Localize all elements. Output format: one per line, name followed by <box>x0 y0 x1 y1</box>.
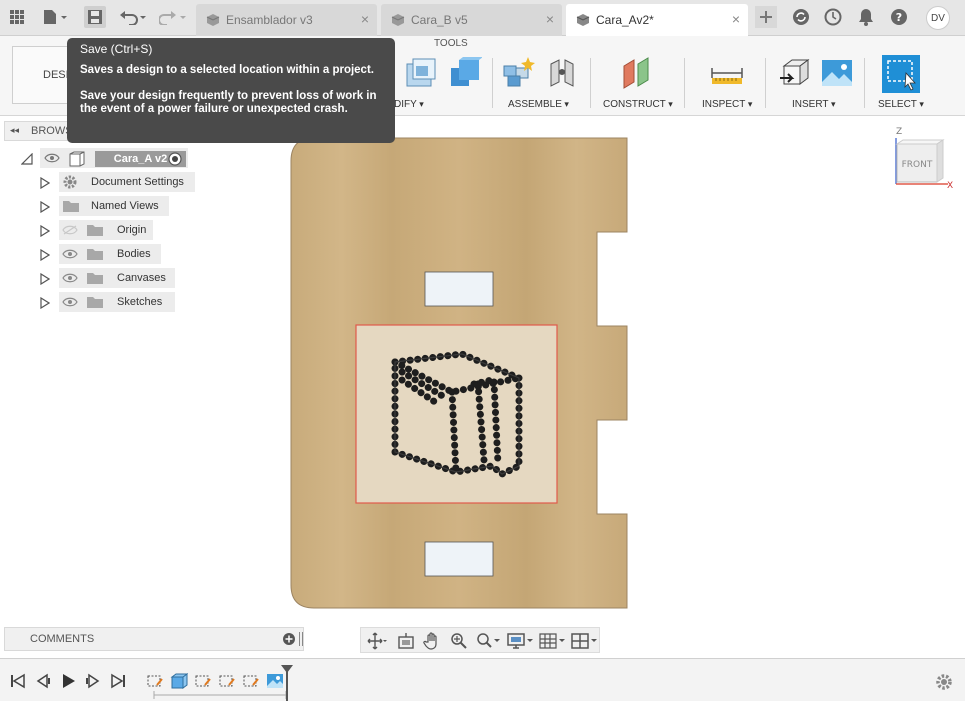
panel-slot-bottom[interactable] <box>424 541 494 577</box>
tooltip-description: Saves a design to a selected location wi… <box>80 64 374 76</box>
timeline-track <box>153 691 287 699</box>
tooltip-tip: Save your design frequently to prevent l… <box>80 90 377 115</box>
timeline-settings-gear-icon[interactable] <box>935 673 953 691</box>
tooltip-title: Save (Ctrl+S) <box>80 42 153 56</box>
timeline-sketch-icon[interactable] <box>146 672 164 690</box>
viewcube[interactable]: Z X FRONT <box>886 124 956 194</box>
viewcube-front-face[interactable]: FRONT <box>902 160 933 170</box>
panel-resize-handle[interactable] <box>299 632 303 646</box>
pan-hand-icon[interactable] <box>423 632 443 650</box>
comments-panel[interactable]: COMMENTS <box>4 627 304 651</box>
add-comment-icon[interactable] <box>282 632 296 646</box>
timeline-sketch-icon[interactable] <box>242 672 260 690</box>
play-icon[interactable] <box>59 672 77 690</box>
axis-x-label: X <box>947 181 953 191</box>
comments-label: COMMENTS <box>30 633 95 645</box>
display-settings-icon[interactable] <box>507 632 535 650</box>
axis-z-label: Z <box>896 127 902 137</box>
timeline-marker[interactable] <box>281 665 293 701</box>
navigation-bar <box>360 627 600 653</box>
timeline-sketch-icon[interactable] <box>218 672 236 690</box>
look-at-icon[interactable] <box>397 632 417 650</box>
step-back-icon[interactable] <box>34 672 52 690</box>
timeline-bar <box>0 658 965 701</box>
orbit-icon[interactable] <box>367 632 387 650</box>
zoom-icon[interactable] <box>449 632 469 650</box>
step-forward-icon[interactable] <box>84 672 102 690</box>
grid-settings-icon[interactable] <box>539 632 567 650</box>
timeline-sketch-icon[interactable] <box>194 672 212 690</box>
panel-slot-top[interactable] <box>424 271 494 307</box>
viewports-icon[interactable] <box>571 632 599 650</box>
go-to-start-icon[interactable] <box>9 672 27 690</box>
timeline-extrude-icon[interactable] <box>170 672 188 690</box>
fit-zoom-icon[interactable] <box>475 632 501 650</box>
save-tooltip: Save (Ctrl+S) Saves a design to a select… <box>67 38 395 143</box>
go-to-end-icon[interactable] <box>109 672 127 690</box>
